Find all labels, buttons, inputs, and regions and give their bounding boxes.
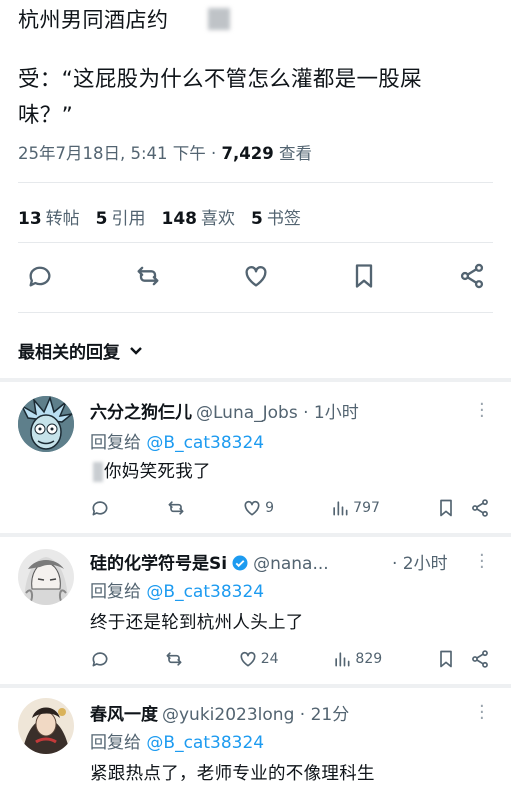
post-date[interactable]: 25年7月18日, 5:41 下午 · bbox=[18, 144, 222, 163]
reply-to-line: 回复给 @B_cat38324 bbox=[90, 582, 265, 602]
reply-card-2[interactable]: 硅的化学符号是Si @nana... · 2小时 · · · 回复给 @B_cat38… bbox=[0, 537, 511, 683]
views-icon bbox=[335, 652, 350, 667]
reply-text: 紧跟热点了，老师专业的不像理科生 bbox=[90, 764, 375, 784]
like-button[interactable]: 9 bbox=[242, 498, 274, 518]
stat-bookmarks[interactable]: 5 书签 bbox=[251, 204, 301, 229]
views-button[interactable]: 829 bbox=[332, 649, 382, 669]
reply-text: 你妈笑死我了 bbox=[104, 462, 211, 482]
reply-author[interactable]: 春风一度 @yuki2023long · 21分 bbox=[90, 700, 349, 725]
repost-icon[interactable] bbox=[164, 649, 184, 669]
more-options-icon[interactable]: · · · bbox=[479, 698, 485, 728]
stat-quotes[interactable]: 5 引用 bbox=[96, 204, 146, 229]
reply-to-link[interactable]: @B_cat38324 bbox=[146, 733, 264, 753]
avatar[interactable] bbox=[18, 396, 74, 452]
divider bbox=[18, 312, 493, 313]
more-options-icon[interactable]: · · · bbox=[479, 547, 485, 577]
post-view-count: 7,429 bbox=[221, 144, 274, 163]
like-icon[interactable] bbox=[242, 262, 270, 294]
bookmark-icon[interactable] bbox=[436, 498, 456, 518]
views-icon bbox=[333, 501, 348, 516]
post-title: 杭州男同酒店约 bbox=[18, 8, 169, 32]
share-icon[interactable] bbox=[458, 262, 486, 294]
reply-icon[interactable] bbox=[90, 649, 110, 669]
post-text: 受：“这屁股为什么不管怎么灌都是一股屎 味？” bbox=[18, 62, 496, 134]
reply-actions: 9 797 bbox=[90, 498, 490, 518]
post-meta: 25年7月18日, 5:41 下午 · 7,429 查看 bbox=[18, 140, 312, 164]
bookmark-icon[interactable] bbox=[350, 262, 378, 294]
reply-time[interactable]: · 2小时 bbox=[392, 549, 448, 574]
sort-replies-dropdown[interactable]: 最相关的回复 bbox=[18, 338, 144, 363]
reply-to-line: 回复给 @B_cat38324 bbox=[90, 733, 265, 753]
views-button[interactable]: 797 bbox=[330, 498, 380, 518]
reply-card-3[interactable]: 春风一度 @yuki2023long · 21分 · · · 回复给 @B_cat38… bbox=[0, 688, 511, 800]
bookmark-share-group bbox=[436, 649, 490, 669]
post-text-line-2: 味？” bbox=[18, 103, 74, 128]
reply-icon[interactable] bbox=[26, 262, 54, 294]
avatar[interactable] bbox=[18, 698, 74, 754]
more-options-icon[interactable]: · · · bbox=[479, 396, 485, 426]
verified-badge-icon bbox=[232, 555, 248, 571]
divider bbox=[18, 182, 493, 183]
reply-text: 终于还是轮到杭州人头上了 bbox=[90, 613, 304, 633]
redacted-blur bbox=[93, 462, 103, 482]
bookmark-icon[interactable] bbox=[436, 649, 456, 669]
reply-to-line: 回复给 @B_cat38324 bbox=[90, 433, 265, 453]
stat-likes[interactable]: 148 喜欢 bbox=[162, 204, 236, 229]
chevron-down-icon bbox=[130, 346, 142, 355]
repost-icon[interactable] bbox=[134, 262, 162, 294]
reply-to-link[interactable]: @B_cat38324 bbox=[146, 582, 264, 602]
like-count: 24 bbox=[260, 651, 279, 667]
share-icon[interactable] bbox=[470, 498, 490, 518]
like-button[interactable]: 24 bbox=[238, 649, 279, 669]
avatar[interactable] bbox=[18, 549, 74, 605]
reply-actions: 24 829 bbox=[90, 649, 490, 669]
post-text-line-1: 受：“这屁股为什么不管怎么灌都是一股屎 bbox=[18, 67, 422, 92]
like-icon bbox=[244, 500, 260, 516]
post-stats: 13 转帖 5 引用 148 喜欢 5 书签 bbox=[18, 204, 301, 229]
bookmark-share-group bbox=[436, 498, 490, 518]
share-icon[interactable] bbox=[470, 649, 490, 669]
redacted-blur bbox=[208, 8, 230, 30]
reply-author[interactable]: 硅的化学符号是Si @nana... bbox=[90, 549, 329, 574]
like-icon bbox=[240, 651, 256, 667]
view-count: 829 bbox=[355, 651, 383, 667]
reply-author[interactable]: 六分之狗仨儿 @Luna_Jobs · 1小时 bbox=[90, 398, 359, 423]
reply-to-link[interactable]: @B_cat38324 bbox=[146, 433, 264, 453]
stat-reposts[interactable]: 13 转帖 bbox=[18, 204, 80, 229]
like-count: 9 bbox=[265, 500, 275, 516]
post-actions bbox=[26, 262, 486, 294]
reply-card-1[interactable]: 六分之狗仨儿 @Luna_Jobs · 1小时 · · · 回复给 @B_cat383… bbox=[0, 382, 511, 530]
post-view-label: 查看 bbox=[273, 144, 312, 163]
repost-icon[interactable] bbox=[166, 498, 186, 518]
sort-label: 最相关的回复 bbox=[18, 343, 120, 363]
reply-icon[interactable] bbox=[90, 498, 110, 518]
view-count: 797 bbox=[353, 500, 380, 516]
divider bbox=[18, 242, 493, 243]
